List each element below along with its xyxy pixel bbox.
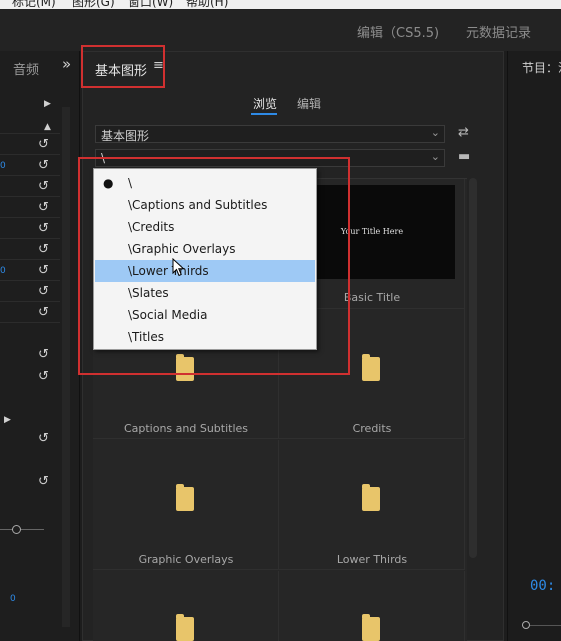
reset-icon[interactable]: ↺ [38, 263, 49, 278]
reset-icon[interactable]: ↺ [38, 474, 49, 489]
folder-icon [176, 614, 194, 641]
property-row: 0 ↺ [0, 156, 60, 176]
menu-item-label: \Graphic Overlays [128, 242, 236, 256]
folder-icon [362, 484, 380, 511]
reset-icon[interactable]: ↺ [38, 284, 49, 299]
folder-icon [362, 614, 380, 641]
property-row: ↺ [0, 219, 60, 239]
chevron-down-icon: ⌄ [430, 150, 440, 163]
menu-item-social-media[interactable]: \Social Media [95, 304, 315, 326]
template-folder[interactable] [93, 571, 279, 641]
menu-item-captions-subtitles[interactable]: \Captions and Subtitles [95, 194, 315, 216]
reset-icon[interactable]: ↺ [38, 431, 49, 446]
left-panel: 音频 » ▶ ▲ ↺ 0 ↺ ↺ ↺ ↺ ↺ 0 ↺ ↺ ↺ ↺ ↺ ▶ ↺ ↺ 0 [0, 51, 80, 641]
tab-browse[interactable]: 浏览 [253, 95, 277, 112]
menu-item-label: \Slates [128, 286, 169, 300]
menu-item-label: \Lower Thirds [128, 264, 209, 278]
expand-triangle-icon[interactable]: ▶ [44, 99, 51, 109]
reset-icon[interactable]: ↺ [38, 242, 49, 257]
property-value[interactable]: 0 [10, 594, 16, 604]
active-tab-underline [251, 113, 277, 115]
property-row [0, 114, 60, 134]
menu-item-label: \Social Media [128, 308, 208, 322]
menu-item-window[interactable]: 窗口(W) [128, 0, 173, 9]
tab-program-monitor[interactable]: 节目：沙 [522, 59, 561, 76]
reset-icon[interactable]: ↺ [38, 305, 49, 320]
property-row: 0 ↺ [0, 261, 60, 281]
template-grid-scrollbar[interactable] [469, 178, 477, 558]
reset-icon[interactable]: ↺ [38, 179, 49, 194]
template-label: Captions and Subtitles [123, 422, 249, 435]
menu-item-label: \Titles [128, 330, 165, 344]
tab-edit[interactable]: 编辑 [297, 95, 321, 112]
folder-icon [176, 484, 194, 511]
checked-bullet-icon: ● [103, 176, 114, 190]
library-dropdown-value: 基本图形 [101, 129, 150, 143]
menu-item-graphic-overlays[interactable]: \Graphic Overlays [95, 238, 315, 260]
property-row: ↺ [0, 282, 60, 302]
timecode-display[interactable]: 00: [530, 578, 555, 594]
library-dropdown[interactable]: 基本图形 ⌄ [95, 125, 445, 143]
property-row: ↺ [0, 198, 60, 218]
tab-audio[interactable]: 音频 [13, 59, 39, 78]
playhead-handle[interactable] [522, 621, 530, 629]
library-manage-icon[interactable]: ⇄ [458, 125, 469, 140]
menu-item-marker[interactable]: 标记(M) [12, 0, 56, 9]
mouse-pointer-icon [172, 258, 185, 277]
reset-icon[interactable]: ↺ [38, 369, 49, 384]
menu-item-label: \ [128, 176, 133, 190]
menu-item-lower-thirds[interactable]: \Lower Thirds [95, 260, 315, 282]
panel-menu-icon[interactable]: ≡ [153, 58, 164, 73]
path-popup-menu: ● \ \Captions and Subtitles \Credits \Gr… [93, 168, 317, 350]
workspace-tab-editing-cs55[interactable]: 编辑（CS5.5) [357, 22, 439, 41]
property-row: ↺ [0, 240, 60, 260]
property-row: ↺ [0, 135, 60, 155]
panel-overflow-icon[interactable]: » [62, 55, 71, 73]
folder-icon [362, 354, 380, 381]
menu-item-credits[interactable]: \Credits [95, 216, 315, 238]
template-label: Credits [352, 422, 392, 435]
left-panel-scrollbar[interactable] [62, 107, 70, 627]
program-monitor-panel: 节目：沙 00: [507, 51, 561, 641]
slider-handle[interactable] [12, 525, 21, 534]
template-label: Lower Thirds [336, 553, 408, 566]
template-folder-graphic-overlays[interactable]: Graphic Overlays [93, 440, 279, 570]
reset-icon[interactable]: ↺ [38, 158, 49, 173]
menu-item-label: \Captions and Subtitles [128, 198, 268, 212]
reset-icon[interactable]: ↺ [38, 347, 49, 362]
menu-item-titles[interactable]: \Titles [95, 326, 315, 348]
slider-track [0, 529, 44, 530]
template-label: Graphic Overlays [138, 553, 234, 566]
property-value[interactable]: 0 [0, 266, 6, 276]
reset-icon[interactable]: ↺ [38, 200, 49, 215]
menu-bar: 标记(M) 图形(G) 窗口(W) 帮助(H) [0, 0, 561, 9]
template-folder[interactable] [279, 571, 465, 641]
reset-icon[interactable]: ↺ [38, 137, 49, 152]
menu-item-help[interactable]: 帮助(H) [186, 0, 228, 9]
template-folder-lower-thirds[interactable]: Lower Thirds [279, 440, 465, 570]
expand-triangle-icon[interactable]: ▶ [4, 415, 11, 425]
menu-item-slates[interactable]: \Slates [95, 282, 315, 304]
menu-item-label: \Credits [128, 220, 175, 234]
workspace-tab-metadata-logging[interactable]: 元数据记录 [466, 22, 531, 41]
reset-icon[interactable]: ↺ [38, 221, 49, 236]
property-row: ↺ [0, 177, 60, 197]
property-row: ↺ [0, 303, 60, 323]
menu-item-root[interactable]: ● \ [95, 172, 315, 194]
property-value[interactable]: 0 [0, 161, 6, 171]
folder-icon[interactable]: ▬ [458, 149, 470, 164]
tab-essential-graphics[interactable]: 基本图形 [95, 60, 147, 79]
menu-item-graphics[interactable]: 图形(G) [72, 0, 115, 9]
chevron-down-icon: ⌄ [430, 126, 440, 139]
